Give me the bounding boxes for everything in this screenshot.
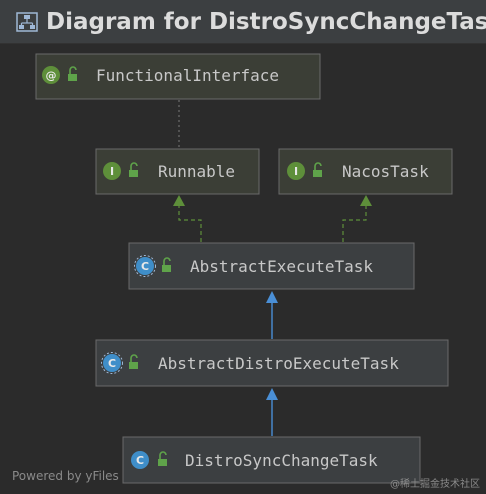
class-badge-letter: C	[136, 454, 144, 467]
watermark: @稀土掘金技术社区	[390, 479, 480, 490]
edge-extends-abstract-distro-execute-task	[266, 388, 278, 436]
node-label: AbstractExecuteTask	[190, 257, 373, 276]
class-badge-letter: C	[141, 260, 149, 273]
diagram-window: Diagram for DistroSyncChangeTask @ Funct…	[0, 0, 486, 494]
class-badge-letter: C	[108, 357, 116, 370]
node-functional-interface[interactable]: @ FunctionalInterface	[35, 53, 321, 100]
node-label: AbstractDistroExecuteTask	[158, 354, 399, 373]
node-label: DistroSyncChangeTask	[185, 451, 378, 470]
edge-implements-nacos-task	[342, 195, 372, 242]
node-abstract-execute-task[interactable]: C AbstractExecuteTask	[128, 242, 415, 290]
node-label: NacosTask	[342, 162, 429, 181]
node-label: Runnable	[158, 162, 235, 181]
powered-by-label: Powered by yFiles	[12, 469, 119, 483]
annotation-badge-letter: @	[46, 69, 57, 82]
node-label: FunctionalInterface	[96, 66, 279, 85]
class-diagram: @ FunctionalInterface I Runnable I Nacos…	[35, 53, 453, 484]
interface-badge-letter: I	[110, 165, 114, 178]
node-distro-sync-change-task[interactable]: C DistroSyncChangeTask	[122, 436, 421, 484]
interface-badge-letter: I	[294, 165, 298, 178]
node-nacos-task[interactable]: I NacosTask	[278, 148, 453, 195]
edge-extends-abstract-execute-task	[266, 291, 278, 339]
edge-implements-runnable	[173, 195, 202, 242]
node-runnable[interactable]: I Runnable	[95, 148, 260, 195]
node-abstract-distro-execute-task[interactable]: C AbstractDistroExecuteTask	[95, 339, 449, 387]
